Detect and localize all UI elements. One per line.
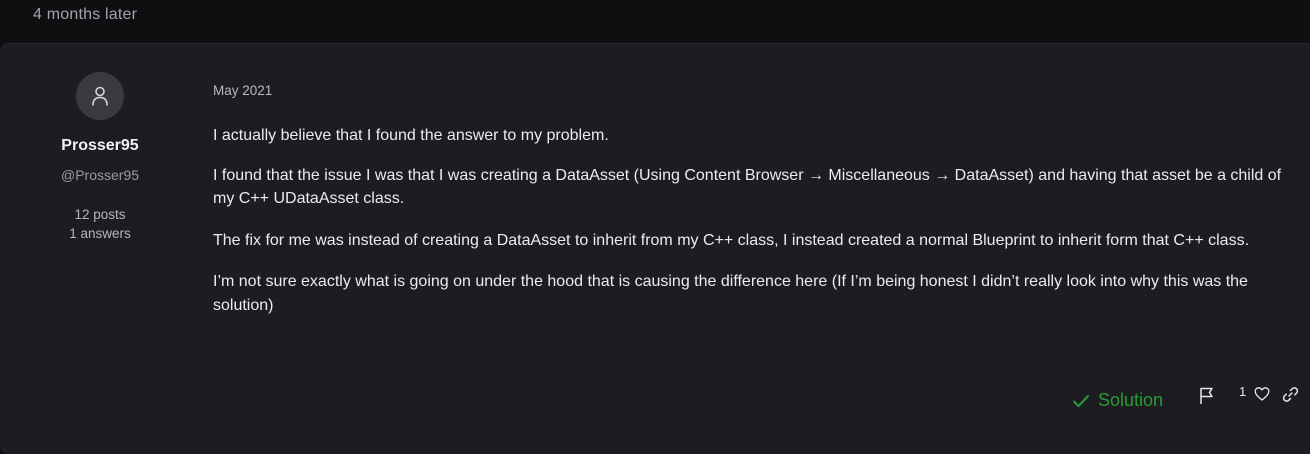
- author-post-count: 12 posts: [74, 207, 126, 222]
- post-card: Prosser95 @Prosser95 12 posts 1 answers …: [0, 43, 1310, 454]
- post-date: May 2021: [213, 83, 273, 98]
- post-paragraph: I actually believe that I found the answ…: [213, 127, 609, 144]
- post-paragraph: The fix for me was instead of creating a…: [213, 231, 1250, 249]
- post-paragraph: I’m not sure exactly what is going on un…: [213, 273, 1248, 314]
- like-count: 1: [1239, 384, 1247, 399]
- solution-badge: Solution: [1072, 390, 1163, 411]
- author-answer-count: 1 answers: [69, 226, 131, 241]
- post-paragraph: I found that the issue I was that I was …: [213, 166, 1282, 208]
- flag-icon: [1200, 387, 1213, 404]
- time-gap-label: 4 months later: [33, 6, 138, 23]
- heart-icon: [1254, 387, 1270, 401]
- link-icon: [1282, 387, 1299, 402]
- check-icon: [1073, 394, 1089, 407]
- author-handle[interactable]: @Prosser95: [40, 167, 160, 183]
- copy-link-button[interactable]: [1282, 386, 1299, 403]
- post-body: I actually believe that I found the answ…: [213, 124, 1303, 335]
- author-name[interactable]: Prosser95: [40, 137, 160, 155]
- like-button[interactable]: [1254, 386, 1270, 402]
- flag-button[interactable]: [1197, 386, 1217, 406]
- solution-label: Solution: [1098, 390, 1164, 410]
- avatar[interactable]: [76, 72, 124, 120]
- user-icon: [92, 86, 108, 106]
